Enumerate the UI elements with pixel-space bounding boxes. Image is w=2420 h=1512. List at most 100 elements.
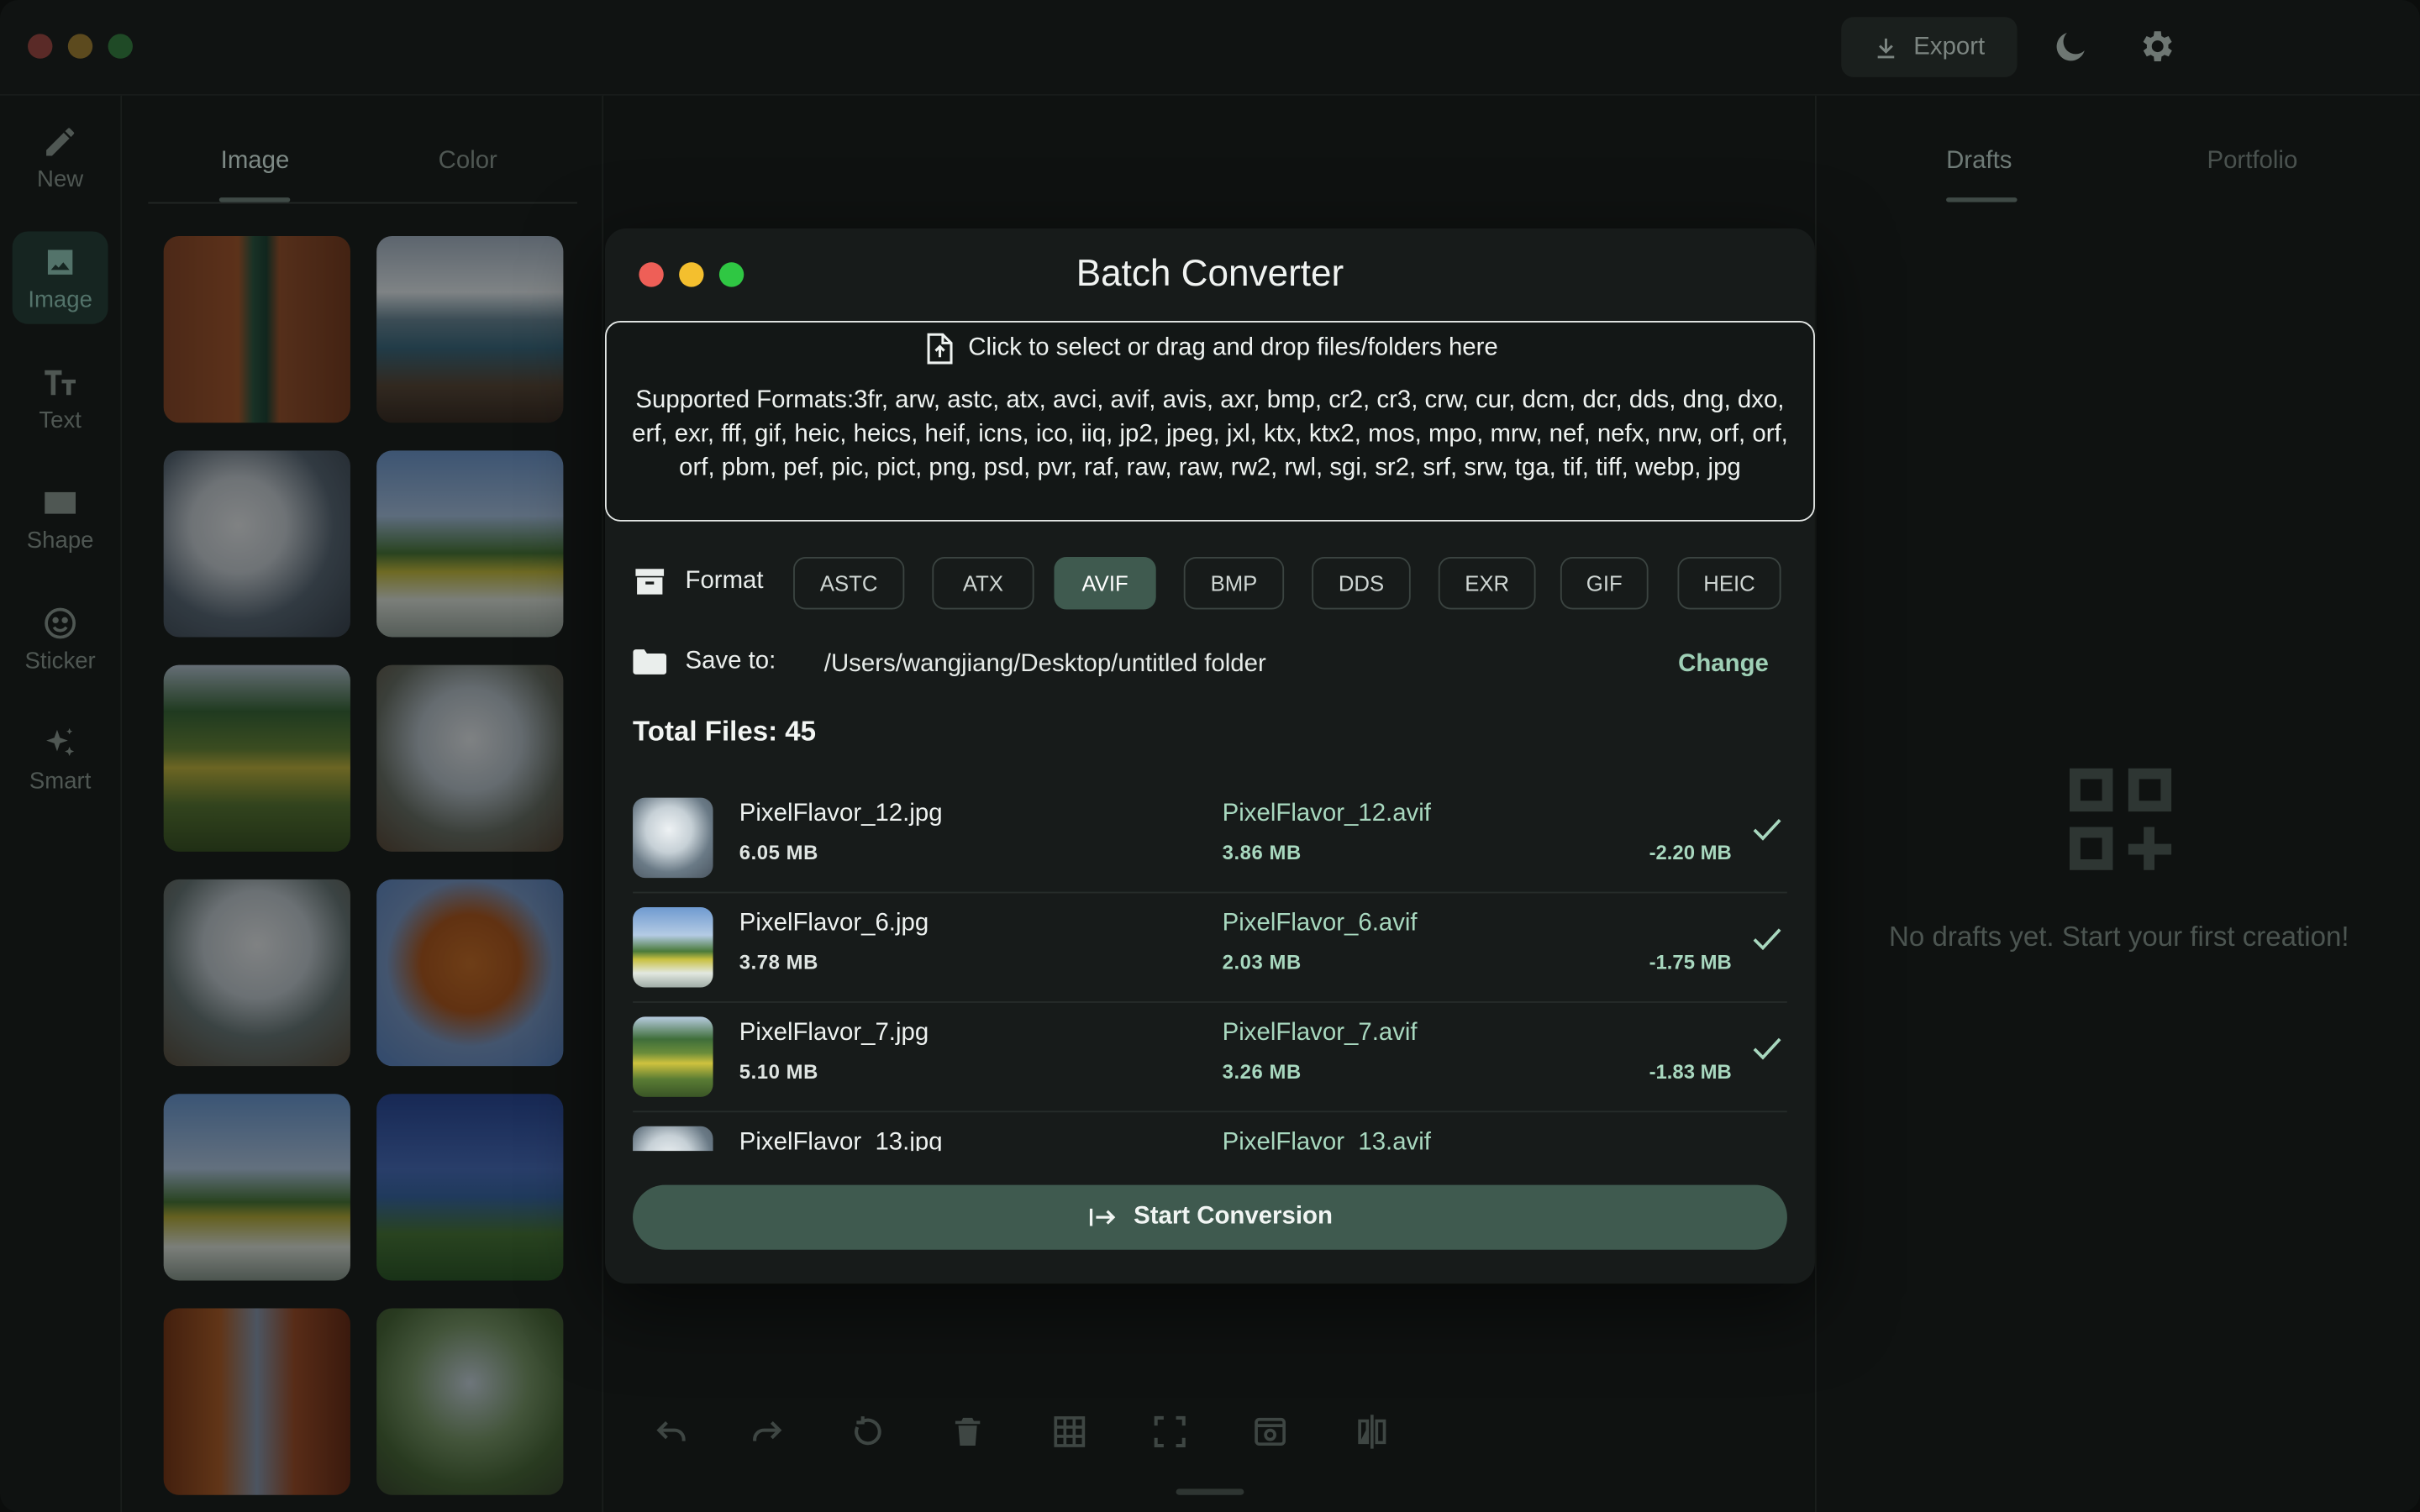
gear-icon[interactable] <box>2138 26 2178 66</box>
app-window: Export New Image Text Shape Sticker Smar… <box>0 0 2420 1512</box>
file-row[interactable]: PixelFlavor_12.jpg 6.05 MB PixelFlavor_1… <box>633 784 1787 894</box>
batch-converter-dialog: Batch Converter Click to select or drag … <box>604 228 1817 1284</box>
library-thumbnail[interactable] <box>376 450 564 638</box>
source-file-size: 5.10 MB <box>739 1059 818 1084</box>
file-thumbnail <box>633 1016 713 1097</box>
library-thumbnail[interactable] <box>163 1308 350 1495</box>
library-thumbnail[interactable] <box>376 1308 564 1495</box>
nav-item-shape[interactable]: Shape <box>13 472 108 564</box>
nav-item-smart[interactable]: Smart <box>13 713 108 806</box>
format-option-bmp[interactable]: BMP <box>1183 557 1285 610</box>
dropzone-header: Click to select or drag and drop files/f… <box>607 332 1817 365</box>
size-reduction: -2.20 MB <box>1649 841 1732 864</box>
arrow-right-to-line-icon <box>1089 1208 1115 1226</box>
output-file-size: 3.86 MB <box>1222 841 1302 864</box>
library-thumbnail[interactable] <box>163 1094 350 1281</box>
size-reduction: -1.75 MB <box>1649 950 1732 974</box>
tab-image[interactable]: Image <box>221 148 290 176</box>
preview-icon[interactable] <box>1252 1413 1289 1450</box>
source-file-name: PixelFlavor_6.jpg <box>739 910 929 937</box>
tool-sidebar: New Image Text Shape Sticker Smart <box>0 95 123 1512</box>
nav-label: Shape <box>26 527 94 554</box>
redo-icon[interactable] <box>749 1413 786 1450</box>
save-label: Save to: <box>685 648 776 675</box>
file-row[interactable]: PixelFlavor_7.jpg 5.10 MB PixelFlavor_7.… <box>633 1003 1787 1113</box>
image-library-panel: Image Color <box>123 95 604 1512</box>
text-icon <box>45 369 76 395</box>
library-thumbnail[interactable] <box>376 664 564 852</box>
file-row[interactable]: PixelFlavor_6.jpg 3.78 MB PixelFlavor_6.… <box>633 893 1787 1003</box>
tab-portfolio[interactable]: Portfolio <box>2207 148 2297 176</box>
format-option-avif[interactable]: AVIF <box>1054 557 1156 610</box>
supported-formats-text: Supported Formats:3fr, arw, astc, atx, a… <box>632 387 1788 482</box>
nav-label: Text <box>39 406 82 433</box>
file-thumbnail <box>633 1126 713 1152</box>
format-option-heic[interactable]: HEIC <box>1677 557 1781 610</box>
zoom-window-button[interactable] <box>108 34 133 59</box>
library-thumbnail[interactable] <box>163 236 350 423</box>
checkmark-icon <box>1753 928 1781 951</box>
dialog-title: Batch Converter <box>1076 253 1344 295</box>
output-file-name: PixelFlavor_6.avif <box>1222 910 1418 937</box>
image-icon <box>47 249 73 275</box>
empty-drafts-message: No drafts yet. Start your first creation… <box>1889 921 2349 953</box>
format-label-group: Format <box>633 564 764 598</box>
moon-icon[interactable] <box>2051 26 2091 66</box>
compare-icon[interactable] <box>1354 1413 1391 1450</box>
nav-item-new[interactable]: New <box>13 111 108 203</box>
editor-toolbar <box>605 1389 1813 1481</box>
trash-icon[interactable] <box>950 1413 986 1450</box>
format-option-gif[interactable]: GIF <box>1560 557 1649 610</box>
sheet-handle[interactable] <box>1176 1488 1244 1495</box>
title-bar: Export <box>0 0 2420 96</box>
source-file-name: PixelFlavor_13.jpg <box>739 1129 943 1152</box>
folder-icon <box>633 649 667 675</box>
nav-item-image[interactable]: Image <box>12 231 108 324</box>
start-conversion-label: Start Conversion <box>1134 1203 1333 1230</box>
size-reduction: -1.83 MB <box>1649 1059 1732 1084</box>
output-file-name: PixelFlavor_7.avif <box>1222 1020 1418 1047</box>
export-label: Export <box>1913 33 1986 60</box>
archive-box-icon <box>635 569 665 595</box>
library-tabs: Image Color <box>148 142 577 204</box>
save-path: /Users/wangjiang/Desktop/untitled folder <box>823 651 1266 678</box>
export-button[interactable]: Export <box>1841 17 2018 77</box>
format-option-atx[interactable]: ATX <box>932 557 1034 610</box>
undo-icon[interactable] <box>653 1413 690 1450</box>
library-thumbnail[interactable] <box>376 236 564 423</box>
pencil-icon <box>46 127 75 155</box>
format-option-exr[interactable]: EXR <box>1438 557 1536 610</box>
output-file-size: 3.26 MB <box>1222 1059 1302 1084</box>
format-option-astc[interactable]: ASTC <box>793 557 905 610</box>
minimize-window-button[interactable] <box>67 34 93 59</box>
output-file-name: PixelFlavor_13.avif <box>1222 1129 1431 1152</box>
close-window-button[interactable] <box>28 34 53 59</box>
library-thumbnail[interactable] <box>376 879 564 1067</box>
nav-item-sticker[interactable]: Sticker <box>13 592 108 685</box>
reset-icon[interactable] <box>849 1413 886 1450</box>
file-dropzone[interactable]: Click to select or drag and drop files/f… <box>604 321 1817 522</box>
file-list[interactable]: PixelFlavor_12.jpg 6.05 MB PixelFlavor_1… <box>633 784 1787 1152</box>
change-folder-button[interactable]: Change <box>1678 651 1769 679</box>
save-label-group: Save to: <box>633 648 776 675</box>
format-option-dds[interactable]: DDS <box>1312 557 1411 610</box>
library-thumbnail[interactable] <box>163 879 350 1067</box>
nav-label: Smart <box>29 767 92 794</box>
library-thumbnail[interactable] <box>163 664 350 852</box>
file-row[interactable]: PixelFlavor_13.jpg PixelFlavor_13.avif <box>633 1112 1787 1152</box>
tab-color[interactable]: Color <box>439 148 497 176</box>
sparkles-icon <box>46 727 75 756</box>
nav-label: Sticker <box>24 647 96 674</box>
library-thumbnail[interactable] <box>163 450 350 638</box>
tab-drafts[interactable]: Drafts <box>1946 148 2012 176</box>
drafts-panel: Drafts Portfolio No drafts yet. Start yo… <box>1814 95 2420 1512</box>
active-tab-indicator <box>218 197 291 202</box>
format-selector: Format ASTC ATX AVIF BMP DDS EXR GIF HEI… <box>633 557 1806 610</box>
nav-item-text[interactable]: Text <box>13 352 108 444</box>
source-file-size: 3.78 MB <box>739 950 818 974</box>
grid-icon[interactable] <box>1051 1413 1088 1450</box>
save-location-row: Save to: /Users/wangjiang/Desktop/untitl… <box>633 645 1769 682</box>
start-conversion-button[interactable]: Start Conversion <box>633 1184 1787 1250</box>
fullscreen-icon[interactable] <box>1151 1413 1188 1450</box>
library-thumbnail[interactable] <box>376 1094 564 1281</box>
